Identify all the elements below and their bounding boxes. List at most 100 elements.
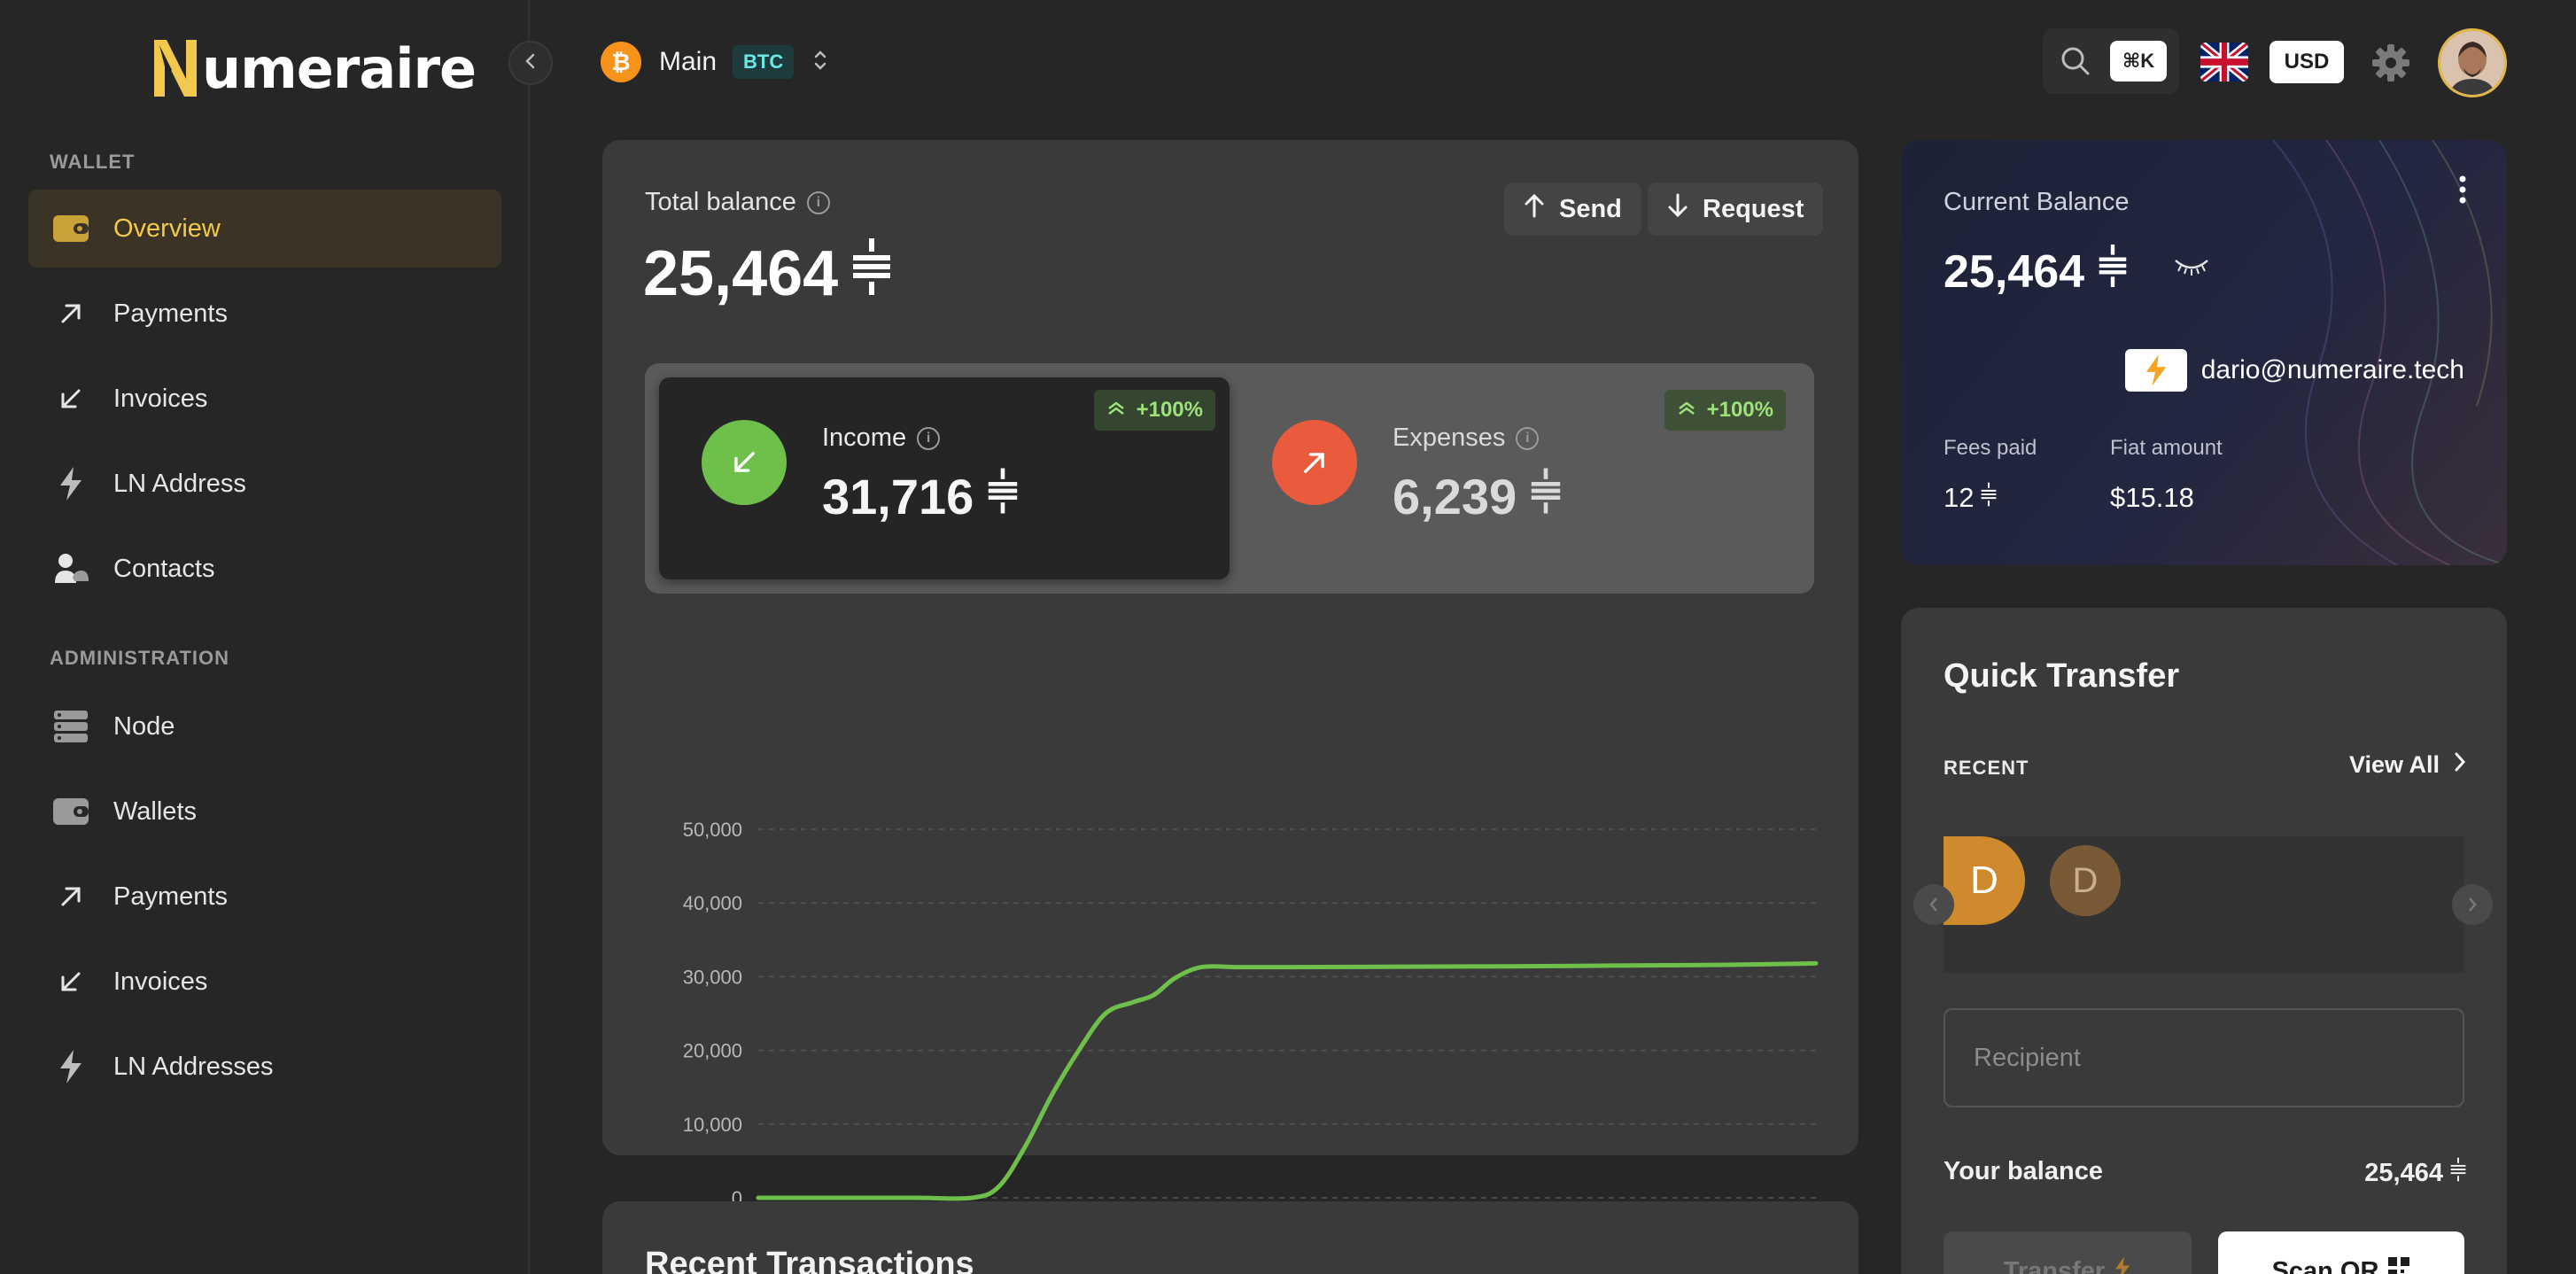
sidebar-item-label: Node bbox=[113, 711, 175, 741]
uk-flag-icon[interactable] bbox=[2200, 43, 2248, 82]
recipient-input[interactable] bbox=[1945, 1010, 2463, 1106]
sidebar: umeraire WALLET Overview Payments Invoic… bbox=[0, 0, 530, 1274]
search-shortcut: ⌘K bbox=[2110, 41, 2167, 82]
sat-icon bbox=[852, 237, 891, 310]
current-balance-value: 25,464 bbox=[1944, 245, 2085, 298]
y-tick-label: 50,000 bbox=[683, 819, 742, 841]
arrow-down-icon bbox=[1667, 193, 1703, 225]
lightning-icon bbox=[2114, 1255, 2131, 1274]
income-heading: Income i bbox=[822, 423, 941, 453]
quick-transfer-card: Quick Transfer RECENT View All D D Your … bbox=[1901, 608, 2507, 1274]
lightning-icon bbox=[51, 464, 90, 503]
total-balance-heading: Total balance i bbox=[645, 188, 830, 217]
eye-closed-icon[interactable] bbox=[2172, 255, 2211, 283]
income-expense-toggle: Income i 31,716 +100% Expenses i 6,239 +… bbox=[645, 363, 1814, 594]
sidebar-item-admin-payments[interactable]: Payments bbox=[28, 858, 501, 936]
transfer-button[interactable]: Transfer bbox=[1944, 1231, 2192, 1274]
logo[interactable]: umeraire bbox=[151, 30, 477, 106]
recipient-field[interactable] bbox=[1944, 1008, 2464, 1107]
carousel-prev-button[interactable] bbox=[1913, 884, 1954, 925]
income-change-badge: +100% bbox=[1093, 390, 1215, 431]
scan-qr-label: Scan QR bbox=[2271, 1256, 2379, 1274]
contact-avatar[interactable]: D bbox=[1944, 836, 2025, 925]
lightning-icon bbox=[51, 1047, 90, 1086]
expenses-change-badge: +100% bbox=[1664, 390, 1786, 431]
expenses-tab[interactable]: Expenses i 6,239 +100% bbox=[1230, 377, 1800, 579]
fees-paid-label: Fees paid bbox=[1944, 436, 2037, 460]
wallet-icon bbox=[51, 792, 90, 831]
sat-icon bbox=[1981, 482, 1997, 514]
arrow-down-left-icon bbox=[702, 420, 787, 505]
ln-address-row[interactable]: dario@numeraire.tech bbox=[2124, 349, 2464, 392]
sat-icon bbox=[2099, 245, 2127, 299]
collapse-sidebar-button[interactable] bbox=[508, 41, 553, 85]
logo-mark-icon bbox=[151, 33, 200, 104]
sidebar-item-label: Contacts bbox=[113, 554, 215, 583]
ln-address: dario@numeraire.tech bbox=[2200, 355, 2464, 385]
qr-code-icon bbox=[2387, 1256, 2410, 1274]
info-icon[interactable]: i bbox=[917, 426, 941, 450]
currency-badge: BTC bbox=[733, 45, 795, 79]
total-balance-label: Total balance bbox=[645, 188, 796, 216]
sidebar-item-admin-invoices[interactable]: Invoices bbox=[28, 943, 501, 1021]
carousel-next-button[interactable] bbox=[2452, 884, 2493, 925]
your-balance-value: 25,464 bbox=[2364, 1158, 2443, 1187]
sidebar-item-label: Payments bbox=[113, 882, 228, 911]
sidebar-item-node[interactable]: Node bbox=[28, 687, 501, 765]
users-icon bbox=[51, 549, 90, 588]
info-icon[interactable]: i bbox=[806, 190, 830, 214]
arrow-up-icon bbox=[1524, 193, 1559, 225]
sidebar-item-label: LN Addresses bbox=[113, 1052, 274, 1081]
sidebar-item-ln-address[interactable]: LN Address bbox=[28, 445, 501, 523]
recent-contacts-carousel: D D bbox=[1944, 836, 2464, 973]
contact-avatar[interactable]: D bbox=[2050, 845, 2121, 916]
logo-text: umeraire bbox=[202, 35, 477, 101]
y-tick-label: 10,000 bbox=[683, 1114, 742, 1136]
sidebar-item-label: Invoices bbox=[113, 967, 208, 996]
trend-up-icon bbox=[1677, 398, 1707, 423]
currency-selector[interactable]: USD bbox=[2270, 41, 2344, 83]
sat-icon bbox=[988, 468, 1018, 525]
user-avatar[interactable] bbox=[2438, 28, 2507, 97]
more-options-icon[interactable] bbox=[2454, 172, 2471, 207]
view-all-label: View All bbox=[2348, 751, 2440, 778]
recent-transactions-title: Recent Transactions bbox=[645, 1246, 974, 1274]
server-icon bbox=[51, 707, 90, 746]
arrow-up-right-icon bbox=[51, 294, 90, 333]
sidebar-item-label: Overview bbox=[113, 214, 221, 243]
scan-qr-button[interactable]: Scan QR bbox=[2218, 1231, 2464, 1274]
gear-icon[interactable] bbox=[2370, 43, 2411, 83]
expenses-value-row: 6,239 bbox=[1393, 468, 1561, 525]
arrow-down-left-icon bbox=[51, 379, 90, 418]
view-all-link[interactable]: View All bbox=[2349, 751, 2466, 779]
request-label: Request bbox=[1703, 194, 1804, 223]
sidebar-item-label: Wallets bbox=[113, 796, 197, 826]
trend-up-icon bbox=[1106, 398, 1137, 423]
recent-transactions-card: Recent Transactions bbox=[602, 1201, 1858, 1274]
expenses-value: 6,239 bbox=[1393, 469, 1517, 524]
request-button[interactable]: Request bbox=[1648, 183, 1824, 236]
sidebar-item-overview[interactable]: Overview bbox=[28, 190, 501, 268]
wallet-icon bbox=[51, 209, 90, 248]
sidebar-item-wallets[interactable]: Wallets bbox=[28, 773, 501, 851]
sidebar-item-payments[interactable]: Payments bbox=[28, 275, 501, 353]
send-button[interactable]: Send bbox=[1504, 183, 1641, 236]
wallet-switcher[interactable]: ₿ Main BTC bbox=[601, 41, 829, 83]
sat-icon bbox=[2450, 1157, 2466, 1189]
total-balance-value: 25,464 bbox=[643, 238, 839, 309]
y-tick-label: 40,000 bbox=[683, 892, 742, 914]
arrow-up-right-icon bbox=[51, 877, 90, 916]
sidebar-item-invoices[interactable]: Invoices bbox=[28, 360, 501, 438]
info-icon[interactable]: i bbox=[1516, 426, 1540, 450]
series-line bbox=[756, 960, 1819, 1201]
sidebar-item-label: Payments bbox=[113, 299, 228, 328]
income-value: 31,716 bbox=[822, 469, 974, 524]
sidebar-item-label: Invoices bbox=[113, 384, 208, 413]
sidebar-item-ln-addresses[interactable]: LN Addresses bbox=[28, 1028, 501, 1106]
income-tab[interactable]: Income i 31,716 +100% bbox=[659, 377, 1230, 579]
sidebar-item-contacts[interactable]: Contacts bbox=[28, 530, 501, 608]
fees-paid-value: 12 bbox=[1944, 482, 1975, 513]
chevron-up-down-icon bbox=[811, 47, 829, 78]
expenses-label: Expenses bbox=[1393, 423, 1506, 452]
search-button[interactable]: ⌘K bbox=[2043, 28, 2179, 94]
